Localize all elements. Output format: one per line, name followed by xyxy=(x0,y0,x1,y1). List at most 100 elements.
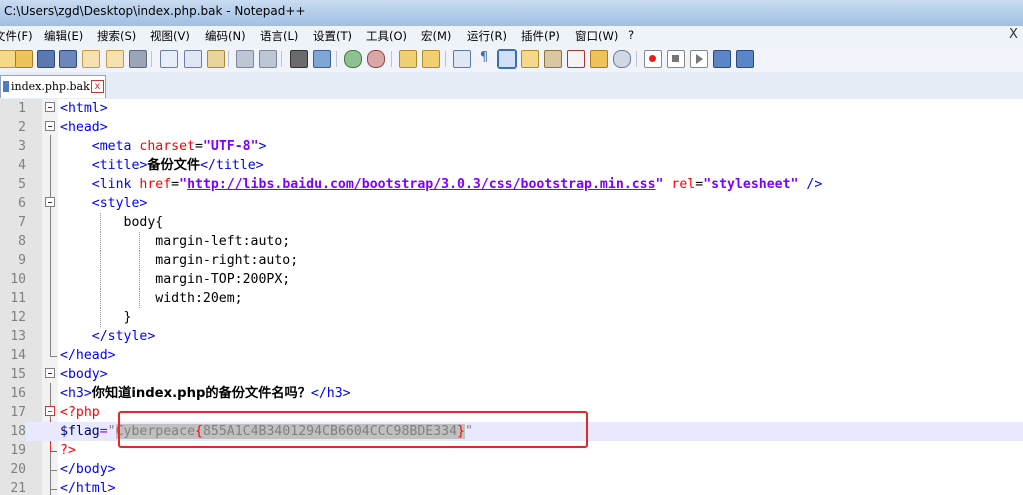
toolbar-separator xyxy=(636,51,637,67)
code-line: 21 </html> xyxy=(0,479,1023,495)
zoom-in-icon[interactable] xyxy=(344,50,362,68)
code-text: </head> xyxy=(60,348,116,363)
line-number: 2 xyxy=(18,120,26,135)
monitor-icon[interactable] xyxy=(613,50,631,68)
toolbar-separator xyxy=(445,51,446,67)
code-line: 10 margin-TOP:200PX; xyxy=(0,270,1023,289)
code-text: <h3>你知道index.php的备份文件名吗？</h3> xyxy=(60,386,351,401)
sync-v-icon[interactable] xyxy=(399,50,417,68)
undo-icon[interactable] xyxy=(236,50,254,68)
fold-marker-icon[interactable] xyxy=(45,121,55,131)
fold-end-marker xyxy=(50,441,57,452)
replace-icon[interactable] xyxy=(313,50,331,68)
toolbar-separator xyxy=(391,51,392,67)
fold-end-marker xyxy=(50,460,57,471)
line-number: 15 xyxy=(10,367,26,382)
line-number: 4 xyxy=(18,158,26,173)
menu-tools[interactable]: 工具(O) xyxy=(366,28,407,44)
line-number: 16 xyxy=(10,386,26,401)
menu-search[interactable]: 搜索(S) xyxy=(97,28,136,44)
code-text: <meta charset="UTF-8"> xyxy=(91,139,267,154)
print-icon[interactable] xyxy=(129,50,147,68)
menu-encoding[interactable]: 编码(N) xyxy=(205,28,246,44)
sync-h-icon[interactable] xyxy=(422,50,440,68)
menu-edit[interactable]: 编辑(E) xyxy=(44,28,83,44)
copy-icon[interactable] xyxy=(184,50,202,68)
code-text: margin-left:auto; xyxy=(60,234,291,249)
code-line: 12 } xyxy=(0,308,1023,327)
window-title: C:\Users\zgd\Desktop\index.php.bak - Not… xyxy=(4,4,306,18)
cut-icon[interactable] xyxy=(160,50,178,68)
line-number: 10 xyxy=(10,272,26,287)
code-text: ?> xyxy=(60,443,76,458)
code-text: <link href="http://libs.baidu.com/bootst… xyxy=(91,177,823,192)
line-number: 21 xyxy=(10,481,26,495)
paste-icon[interactable] xyxy=(207,50,225,68)
code-text: margin-TOP:200PX; xyxy=(60,272,291,287)
line-number: 18 xyxy=(0,422,26,441)
file-icon xyxy=(3,81,9,92)
fold-marker-icon[interactable] xyxy=(45,102,55,112)
tab-close-icon[interactable]: x xyxy=(91,80,104,93)
close-all-icon[interactable] xyxy=(106,50,124,68)
code-line: 15 <body> xyxy=(0,365,1023,384)
toolbar-separator xyxy=(336,51,337,67)
code-line: 16 <h3>你知道index.php的备份文件名吗？</h3> xyxy=(0,384,1023,403)
code-text: <head> xyxy=(60,120,108,135)
code-line: 5 <link href="http://libs.baidu.com/boot… xyxy=(0,175,1023,194)
line-number: 7 xyxy=(18,215,26,230)
menu-window[interactable]: 窗口(W) xyxy=(575,28,618,44)
bootstrap-url-link[interactable]: http://libs.baidu.com/bootstrap/3.0.3/cs… xyxy=(187,177,655,192)
editor[interactable]: 1 <html> 2 <head> 3 <meta charset="UTF-8… xyxy=(0,99,1023,495)
code-line: 8 margin-left:auto; xyxy=(0,232,1023,251)
code-line: 14 </head> xyxy=(0,346,1023,365)
line-number: 19 xyxy=(10,443,26,458)
stop-macro-icon[interactable] xyxy=(667,50,685,68)
close-doc-button[interactable]: X xyxy=(1009,27,1018,42)
menu-help[interactable]: ? xyxy=(628,28,634,42)
menu-view[interactable]: 视图(V) xyxy=(150,28,190,44)
code-text: <title>备份文件</title> xyxy=(91,158,264,173)
tab-index-php-bak[interactable]: index.php.bak x xyxy=(0,75,106,98)
function-list-icon[interactable] xyxy=(567,50,585,68)
fold-marker-icon[interactable] xyxy=(45,406,55,416)
redo-icon[interactable] xyxy=(259,50,277,68)
flag-highlight-box xyxy=(118,411,588,448)
line-number: 20 xyxy=(10,462,26,477)
word-wrap-icon[interactable] xyxy=(453,50,471,68)
indent-guide-icon[interactable] xyxy=(497,49,517,69)
code-line: 3 <meta charset="UTF-8"> xyxy=(0,137,1023,156)
new-file-icon[interactable] xyxy=(0,50,16,68)
code-text: <body> xyxy=(60,367,108,382)
tab-label: index.php.bak xyxy=(11,80,90,93)
open-file-icon[interactable] xyxy=(15,50,33,68)
find-icon[interactable] xyxy=(290,50,308,68)
menu-run[interactable]: 运行(R) xyxy=(467,28,507,44)
code-text: margin-right:auto; xyxy=(60,253,299,268)
udl-icon[interactable] xyxy=(521,50,539,68)
show-all-chars-icon[interactable]: ¶ xyxy=(476,50,492,66)
fold-marker-icon[interactable] xyxy=(45,368,55,378)
menu-settings[interactable]: 设置(T) xyxy=(313,28,352,44)
toolbar-separator xyxy=(281,51,282,67)
code-line: 7 body{ xyxy=(0,213,1023,232)
menu-plugins[interactable]: 插件(P) xyxy=(521,28,560,44)
menu-file[interactable]: 文件(F) xyxy=(0,28,33,44)
record-macro-icon[interactable] xyxy=(644,50,662,68)
menu-language[interactable]: 语言(L) xyxy=(260,28,298,44)
play-macro-icon[interactable] xyxy=(690,50,708,68)
code-text: width:20em; xyxy=(60,291,243,306)
line-number: 11 xyxy=(10,291,26,306)
fold-marker-icon[interactable] xyxy=(45,197,55,207)
menu-macro[interactable]: 宏(M) xyxy=(421,28,451,44)
save-macro-icon[interactable] xyxy=(736,50,754,68)
code-line: 4 <title>备份文件</title> xyxy=(0,156,1023,175)
zoom-out-icon[interactable] xyxy=(367,50,385,68)
folder-workspace-icon[interactable] xyxy=(590,50,608,68)
save-all-icon[interactable] xyxy=(59,50,77,68)
run-macro-multiple-icon[interactable] xyxy=(713,50,731,68)
doc-map-icon[interactable] xyxy=(544,50,562,68)
save-icon[interactable] xyxy=(37,50,55,68)
close-icon[interactable] xyxy=(82,50,100,68)
fold-end-marker xyxy=(50,346,57,357)
